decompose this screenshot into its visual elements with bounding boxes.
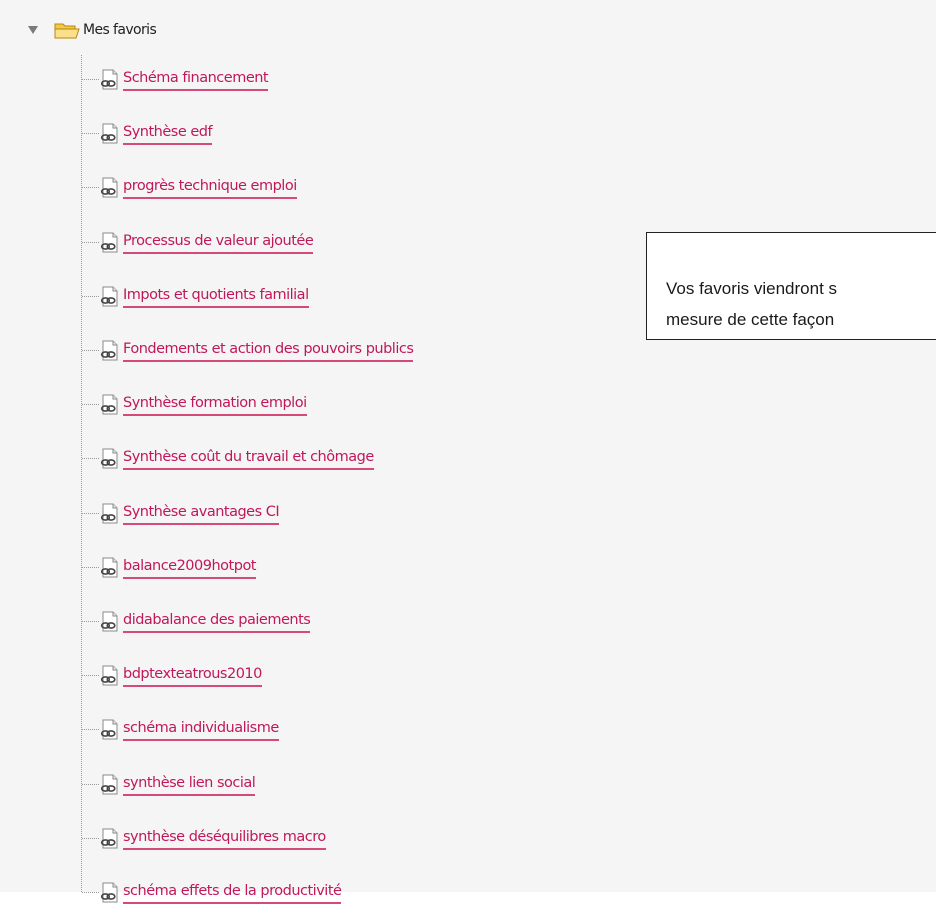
list-item[interactable]: Synthèse coût du travail et chômage <box>82 445 374 472</box>
link-document-icon <box>99 123 120 145</box>
list-item[interactable]: Fondements et action des pouvoirs public… <box>82 337 414 364</box>
list-item[interactable]: Synthèse avantages CI <box>82 500 280 527</box>
list-item[interactable]: synthèse déséquilibres macro <box>82 825 326 852</box>
favorite-link[interactable]: schéma effets de la productivité <box>123 882 342 904</box>
list-item[interactable]: Impots et quotients familial <box>82 283 309 310</box>
tree-root-mes-favoris[interactable]: Mes favoris <box>28 19 157 41</box>
tree-branch-line <box>82 404 99 405</box>
tree-branch-line <box>82 621 99 622</box>
tree-branch-line <box>82 296 99 297</box>
favorite-link[interactable]: Synthèse edf <box>123 123 213 145</box>
collapse-toggle-icon[interactable] <box>28 26 38 34</box>
favorite-link[interactable]: Processus de valeur ajoutée <box>123 232 314 254</box>
list-item[interactable]: didabalance des paiements <box>82 608 311 635</box>
tree-branch-line <box>82 133 99 134</box>
list-item[interactable]: progrès technique emploi <box>82 174 297 201</box>
favorite-link[interactable]: Synthèse coût du travail et chômage <box>123 448 374 470</box>
favorite-link[interactable]: Fondements et action des pouvoirs public… <box>123 340 414 362</box>
tree-branch-line <box>82 242 99 243</box>
link-document-icon <box>99 448 120 470</box>
link-document-icon <box>99 882 120 904</box>
favorite-link[interactable]: schéma individualisme <box>123 719 279 741</box>
tree-branch-line <box>82 784 99 785</box>
favorite-link[interactable]: Synthèse avantages CI <box>123 503 280 525</box>
favorite-link[interactable]: synthèse lien social <box>123 774 256 796</box>
favorites-panel: Mes favoris Schéma financement Synthèse e… <box>0 0 936 904</box>
tree-root-label: Mes favoris <box>83 22 157 38</box>
link-document-icon <box>99 828 120 850</box>
list-item[interactable]: balance2009hotpot <box>82 554 257 581</box>
list-item[interactable]: synthèse lien social <box>82 771 256 798</box>
link-document-icon <box>99 719 120 741</box>
link-document-icon <box>99 611 120 633</box>
tree-branch-line <box>82 513 99 514</box>
favorite-link[interactable]: synthèse déséquilibres macro <box>123 828 326 850</box>
favorite-link[interactable]: progrès technique emploi <box>123 177 297 199</box>
list-item[interactable]: Synthèse edf <box>82 120 213 147</box>
tree-branch-line <box>82 838 99 839</box>
link-document-icon <box>99 394 120 416</box>
folder-open-icon <box>54 23 80 39</box>
tree-branch-line <box>82 458 99 459</box>
favorite-link[interactable]: Schéma financement <box>123 69 269 91</box>
link-document-icon <box>99 177 120 199</box>
link-document-icon <box>99 557 120 579</box>
tree-branch-line <box>82 675 99 676</box>
tree-branch-line <box>82 79 99 80</box>
link-document-icon <box>99 340 120 362</box>
list-item[interactable]: Schéma financement <box>82 66 269 93</box>
list-item[interactable]: bdptexteatrous2010 <box>82 662 262 689</box>
list-item[interactable]: schéma individualisme <box>82 716 279 743</box>
callout-text: Vos favoris viendront s mesure de cette … <box>666 279 838 329</box>
tree-branch-line <box>82 350 99 351</box>
info-callout: Vos favoris viendront s mesure de cette … <box>646 232 936 340</box>
tree-branch-line <box>82 729 99 730</box>
favorite-link[interactable]: Impots et quotients familial <box>123 286 309 308</box>
link-document-icon <box>99 69 120 91</box>
link-document-icon <box>99 503 120 525</box>
list-item[interactable]: Processus de valeur ajoutée <box>82 229 314 256</box>
tree-branch-line <box>82 567 99 568</box>
list-item[interactable]: schéma effets de la productivité <box>82 879 342 906</box>
list-item[interactable]: Synthèse formation emploi <box>82 391 307 418</box>
tree-branch-line <box>82 187 99 188</box>
tree-branch-line <box>82 892 99 893</box>
favorite-link[interactable]: Synthèse formation emploi <box>123 394 307 416</box>
favorite-link[interactable]: didabalance des paiements <box>123 611 311 633</box>
link-document-icon <box>99 286 120 308</box>
favorite-link[interactable]: bdptexteatrous2010 <box>123 665 262 687</box>
link-document-icon <box>99 665 120 687</box>
favorite-link[interactable]: balance2009hotpot <box>123 557 257 579</box>
link-document-icon <box>99 774 120 796</box>
link-document-icon <box>99 232 120 254</box>
